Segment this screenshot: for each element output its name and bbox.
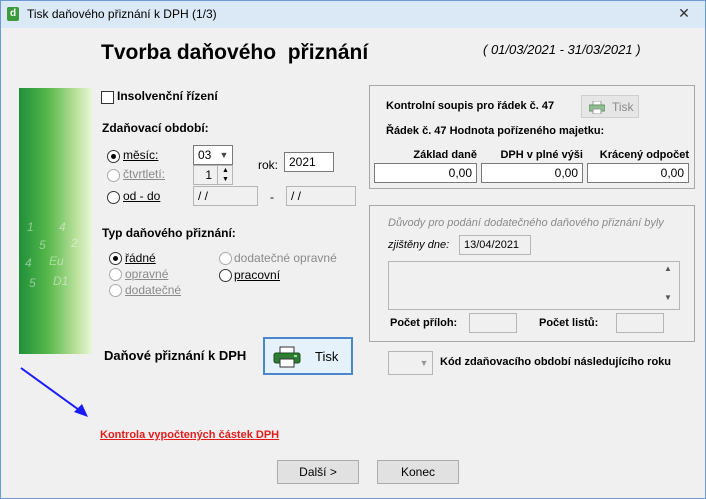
reduced-field[interactable]: 0,00	[587, 163, 689, 183]
attachments-label: Počet příloh:	[390, 317, 458, 329]
print-button-label: Tisk	[315, 349, 339, 364]
arrow-icon	[20, 367, 88, 417]
chevron-down-icon[interactable]: ▼	[417, 354, 431, 372]
tax-period-heading: Zdaňovací období:	[102, 121, 209, 135]
radio-corrective[interactable]	[109, 268, 122, 281]
side-glyph: 2	[71, 236, 78, 250]
reason-textarea[interactable]	[388, 261, 680, 310]
supplementary-corrective-label: dodatečné opravné	[234, 251, 337, 265]
next-button[interactable]: Další >	[277, 460, 359, 484]
window-title: Tisk daňového přiznání k DPH (1/3)	[27, 7, 217, 21]
page-title: Tvorba daňového přiznání	[101, 41, 369, 64]
end-button[interactable]: Konec	[377, 460, 459, 484]
side-glyph: Eu	[49, 254, 64, 268]
radio-month[interactable]	[107, 150, 120, 163]
radio-working[interactable]	[219, 269, 232, 282]
control-list-panel: Kontrolní soupis pro řádek č. 47 Tisk Řá…	[369, 85, 695, 189]
check-amounts-link[interactable]: Kontrola vypočtených částek DPH	[100, 429, 279, 441]
attachments-field[interactable]	[469, 313, 517, 333]
found-date-field[interactable]: 13/04/2021	[459, 235, 531, 255]
side-glyph: 1	[27, 220, 34, 234]
vat-field[interactable]: 0,00	[481, 163, 583, 183]
year-label: rok:	[258, 158, 279, 172]
printer-icon	[589, 101, 605, 114]
control-list-title: Kontrolní soupis pro řádek č. 47	[386, 100, 555, 112]
close-button[interactable]: ✕	[669, 4, 699, 22]
radio-supplementary-corrective[interactable]	[219, 252, 232, 265]
control-print-label: Tisk	[612, 100, 634, 114]
date-range-dash: -	[270, 190, 274, 204]
side-glyph: 4	[59, 220, 66, 234]
supplementary-label: dodatečné	[125, 283, 182, 297]
stepper-down-icon[interactable]: ▼	[217, 175, 233, 184]
corrective-label: opravné	[125, 267, 169, 281]
radio-supplementary[interactable]	[109, 284, 122, 297]
dialog-content: Tvorba daňového přiznání ( 01/03/2021 - …	[1, 28, 705, 498]
from-date-field[interactable]: / /	[193, 186, 258, 206]
base-field[interactable]: 0,00	[374, 163, 477, 183]
stepper-up-icon[interactable]: ▲	[217, 166, 233, 175]
insolvency-checkbox[interactable]	[101, 91, 114, 104]
sheets-label: Počet listů:	[539, 317, 599, 329]
reason-label: Důvody pro podání dodatečného daňového p…	[388, 217, 664, 229]
scroll-up-icon[interactable]: ▲	[661, 264, 675, 273]
working-label: pracovní	[234, 268, 281, 282]
side-glyph: 5	[39, 238, 46, 252]
col-header-reduced: Krácený odpočet	[599, 149, 689, 161]
dialog-window: d Tisk daňového přiznání k DPH (1/3) ✕ T…	[0, 0, 706, 499]
scroll-down-icon[interactable]: ▼	[661, 293, 675, 302]
col-header-vat: DPH v plné výši	[500, 149, 583, 161]
supplementary-panel: Důvody pro podání dodatečného daňového p…	[369, 205, 695, 342]
regular-label: řádné	[125, 251, 156, 265]
printer-icon	[273, 346, 301, 368]
side-glyph: D1	[53, 274, 69, 288]
side-image: 1 4 5 2 4 Eu 5 D1	[19, 88, 92, 354]
to-date-field[interactable]: / /	[286, 186, 356, 206]
vat-return-label: Daňové přiznání k DPH	[104, 348, 247, 363]
print-button[interactable]: Tisk	[263, 337, 353, 375]
next-year-code-label: Kód zdaňovacího období následujícího rok…	[440, 356, 672, 368]
col-header-base: Základ daně	[413, 149, 477, 161]
from-to-label: od - do	[123, 189, 161, 203]
line-47-label: Řádek č. 47 Hodnota pořízeného majetku:	[386, 125, 605, 137]
month-label: měsíc:	[123, 148, 159, 162]
year-field[interactable]: 2021	[284, 152, 334, 172]
found-label: zjištěny dne:	[388, 239, 450, 251]
chevron-down-icon[interactable]: ▼	[216, 146, 232, 164]
radio-from-to[interactable]	[107, 191, 120, 204]
radio-quarter[interactable]	[107, 169, 120, 182]
app-icon: d	[7, 7, 19, 21]
period-range: ( 01/03/2021 - 31/03/2021 )	[483, 42, 641, 57]
title-bar: d Tisk daňového přiznání k DPH (1/3) ✕	[1, 1, 705, 28]
side-glyph: 5	[29, 276, 36, 290]
side-glyph: 4	[25, 256, 32, 270]
return-type-heading: Typ daňového přiznání:	[102, 226, 236, 240]
insolvency-label: Insolvenční řízení	[117, 89, 218, 103]
quarter-label: čtvrtletí:	[123, 167, 166, 181]
radio-regular[interactable]	[109, 252, 122, 265]
sheets-field[interactable]	[616, 313, 664, 333]
control-print-button[interactable]: Tisk	[581, 95, 639, 118]
